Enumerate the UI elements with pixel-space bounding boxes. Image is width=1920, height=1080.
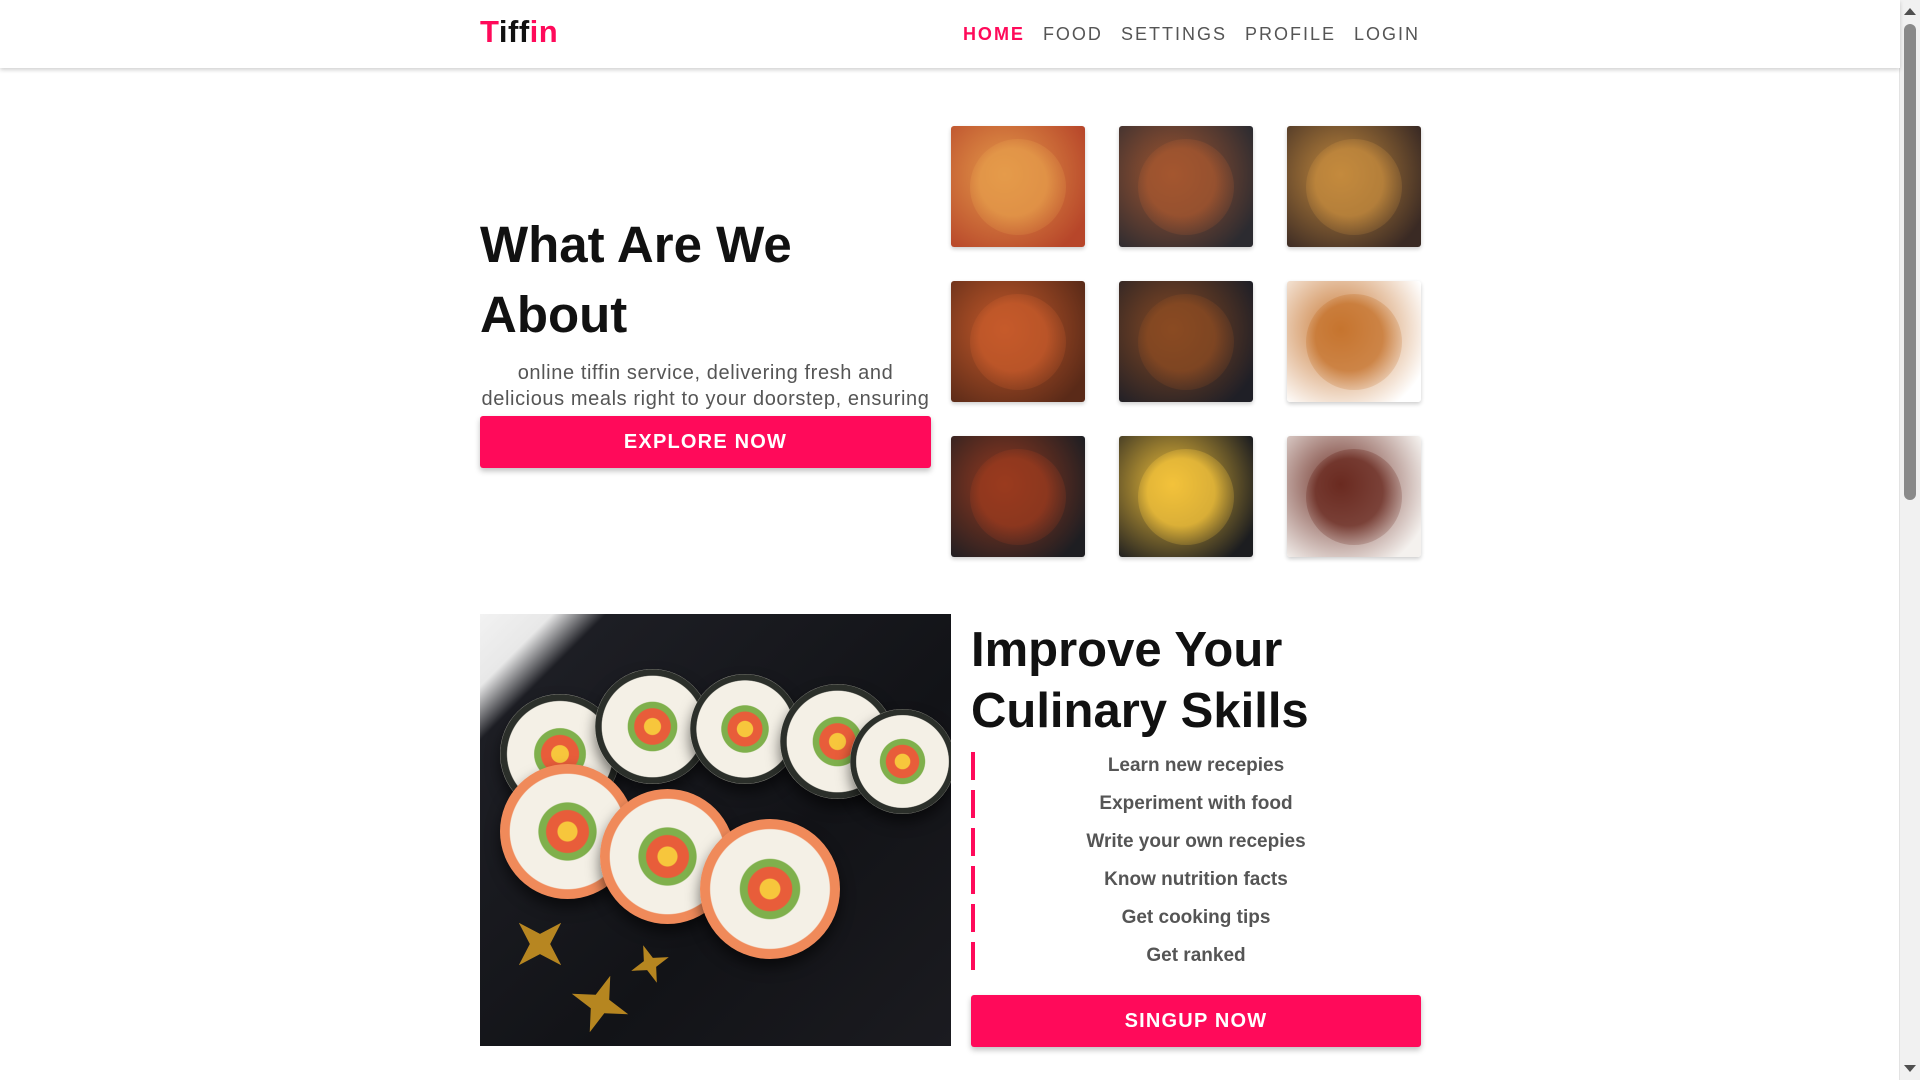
skill-label: Know nutrition facts (1104, 869, 1288, 890)
food-plate (1306, 138, 1402, 235)
brand-logo[interactable]: Tiffin (480, 14, 558, 50)
food-image-grid (951, 126, 1421, 557)
scroll-down-arrow-icon[interactable] (1904, 1065, 1916, 1072)
explore-now-button[interactable]: EXPLORE NOW (480, 416, 931, 468)
top-navbar: Tiffin HOME FOOD SETTINGS PROFILE LOGIN (0, 0, 1900, 68)
skill-label: Get ranked (1146, 945, 1246, 966)
food-plate (970, 293, 1066, 390)
nav-link-settings[interactable]: SETTINGS (1121, 24, 1227, 45)
list-item: Get ranked (971, 942, 1421, 980)
food-plate (970, 448, 1066, 545)
accent-bar (971, 790, 975, 818)
nav-links: HOME FOOD SETTINGS PROFILE LOGIN (963, 0, 1420, 68)
about-title: What Are We About (480, 216, 792, 343)
scrollbar-thumb[interactable] (1904, 24, 1916, 500)
nav-link-login[interactable]: LOGIN (1354, 24, 1420, 45)
food-plate (970, 138, 1066, 235)
nav-link-food[interactable]: FOOD (1043, 24, 1103, 45)
pizza-image (951, 126, 1085, 247)
skills-list: Learn new recepies Experiment with food … (971, 752, 1421, 980)
accent-bar (971, 828, 975, 856)
sushi-roll (700, 819, 840, 959)
rice-bowls-image (1119, 126, 1253, 247)
sushi-image (480, 614, 951, 1046)
vertical-scrollbar[interactable] (1899, 0, 1920, 1080)
nav-link-home[interactable]: HOME (963, 24, 1025, 45)
skill-label: Write your own recepies (1086, 831, 1306, 852)
steak-image (1287, 436, 1421, 557)
nav-link-profile[interactable]: PROFILE (1245, 24, 1336, 45)
list-item: Experiment with food (971, 790, 1421, 828)
spaghetti-image (951, 281, 1085, 402)
skill-label: Learn new recepies (1107, 755, 1285, 776)
accent-bar (971, 904, 975, 932)
skill-label: Experiment with food (1099, 793, 1293, 814)
skills-title: Improve Your Culinary Skills (971, 623, 1309, 738)
dishes-spread-image (1287, 126, 1421, 247)
brand-letter-t: T (480, 14, 499, 49)
brand-letters-in: in (529, 14, 559, 49)
accent-bar (971, 752, 975, 780)
food-plate (1138, 293, 1234, 390)
bibimbap-image (1119, 436, 1253, 557)
maple-leaf-decoration (498, 902, 583, 987)
list-item: Write your own recepies (971, 828, 1421, 866)
grilled-chicken-image (951, 436, 1085, 557)
accent-bar (971, 866, 975, 894)
food-plate (1138, 138, 1234, 235)
maple-leaf-decoration (562, 966, 639, 1043)
brand-letters-iff: iff (498, 14, 530, 49)
about-section: What Are We About online tiffin service,… (480, 210, 931, 438)
biryani-image (1287, 281, 1421, 402)
scroll-up-arrow-icon[interactable] (1904, 8, 1916, 15)
list-item: Know nutrition facts (971, 866, 1421, 904)
food-plate (1306, 293, 1402, 390)
burger-image (1119, 281, 1253, 402)
list-item: Learn new recepies (971, 752, 1421, 790)
maple-leaf-decoration (624, 938, 675, 989)
sushi-roll (850, 709, 951, 814)
skill-label: Get cooking tips (1121, 907, 1271, 928)
signup-now-button[interactable]: SINGUP NOW (971, 995, 1421, 1047)
accent-bar (971, 942, 975, 970)
food-plate (1306, 448, 1402, 545)
food-plate (1138, 448, 1234, 545)
list-item: Get cooking tips (971, 904, 1421, 942)
